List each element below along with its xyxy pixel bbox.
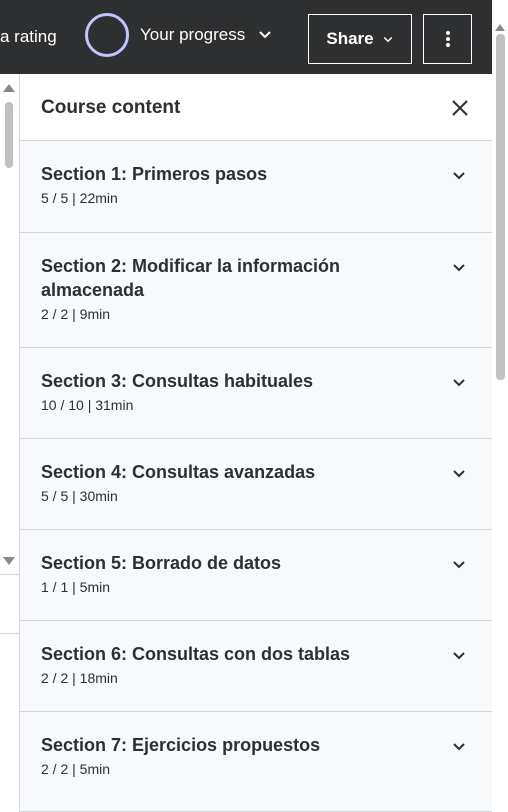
close-icon[interactable] — [450, 98, 470, 118]
leave-rating-link[interactable]: a rating — [0, 27, 57, 47]
chevron-down-icon[interactable] — [451, 647, 467, 663]
section-item[interactable]: Section 2: Modificar la información alma… — [20, 233, 492, 348]
scrollbar-thumb[interactable] — [5, 102, 13, 168]
more-options-button[interactable] — [423, 14, 472, 64]
section-meta: 2 / 2 | 18min — [41, 670, 118, 686]
section-meta: 2 / 2 | 9min — [41, 306, 111, 322]
section-item[interactable]: Section 4: Consultas avanzadas 5 / 5 | 3… — [20, 439, 492, 530]
section-meta: 10 / 10 | 31min — [41, 397, 134, 413]
section-title: Section 6: Consultas con dos tablas — [41, 644, 351, 664]
divider — [0, 574, 19, 575]
share-button[interactable]: Share — [308, 14, 412, 64]
scroll-up-arrow-icon[interactable] — [495, 24, 505, 31]
underlying-page — [0, 74, 19, 812]
section-title: Section 3: Consultas habituales — [41, 371, 314, 391]
section-title: Section 5: Borrado de datos — [41, 553, 282, 573]
section-meta: 5 / 5 | 22min — [41, 190, 118, 206]
scroll-down-arrow-icon[interactable] — [3, 557, 15, 565]
section-title: Section 4: Consultas avanzadas — [41, 462, 316, 482]
chevron-down-icon[interactable] — [451, 374, 467, 390]
chevron-down-icon[interactable] — [451, 465, 467, 481]
more-vertical-icon — [445, 31, 450, 47]
section-meta: 5 / 5 | 30min — [41, 488, 118, 504]
course-content-panel: Course content Section 1: Primeros pasos… — [19, 74, 492, 812]
section-item[interactable]: Section 3: Consultas habituales 10 / 10 … — [20, 348, 492, 439]
section-title: Section 1: Primeros pasos — [41, 164, 268, 184]
section-item[interactable]: Section 7: Ejercicios propuestos 2 / 2 |… — [20, 712, 492, 812]
panel-title: Course content — [41, 97, 181, 118]
divider — [0, 633, 19, 634]
chevron-down-icon[interactable] — [451, 556, 467, 572]
section-title: Section 7: Ejercicios propuestos — [41, 735, 321, 755]
chevron-down-icon[interactable] — [257, 26, 273, 42]
section-meta: 2 / 2 | 5min — [41, 761, 111, 777]
chevron-down-icon — [383, 36, 392, 43]
chevron-down-icon[interactable] — [451, 167, 467, 183]
section-item[interactable]: Section 6: Consultas con dos tablas 2 / … — [20, 621, 492, 712]
progress-ring-icon[interactable] — [85, 13, 129, 57]
panel-header: Course content — [20, 74, 492, 141]
section-title: Section 2: Modificar la información alma… — [41, 256, 341, 300]
section-meta: 1 / 1 | 5min — [41, 579, 111, 595]
course-header: a rating Your progress Share — [0, 0, 508, 74]
share-button-label: Share — [326, 29, 374, 48]
scroll-up-arrow-icon[interactable] — [3, 84, 15, 92]
chevron-down-icon[interactable] — [451, 259, 467, 275]
section-item[interactable]: Section 5: Borrado de datos 1 / 1 | 5min — [20, 530, 492, 621]
page-scrollbar-thumb[interactable] — [496, 34, 505, 380]
progress-label[interactable]: Your progress — [140, 25, 245, 45]
chevron-down-icon[interactable] — [451, 738, 467, 754]
section-item[interactable]: Section 1: Primeros pasos 5 / 5 | 22min — [20, 141, 492, 233]
